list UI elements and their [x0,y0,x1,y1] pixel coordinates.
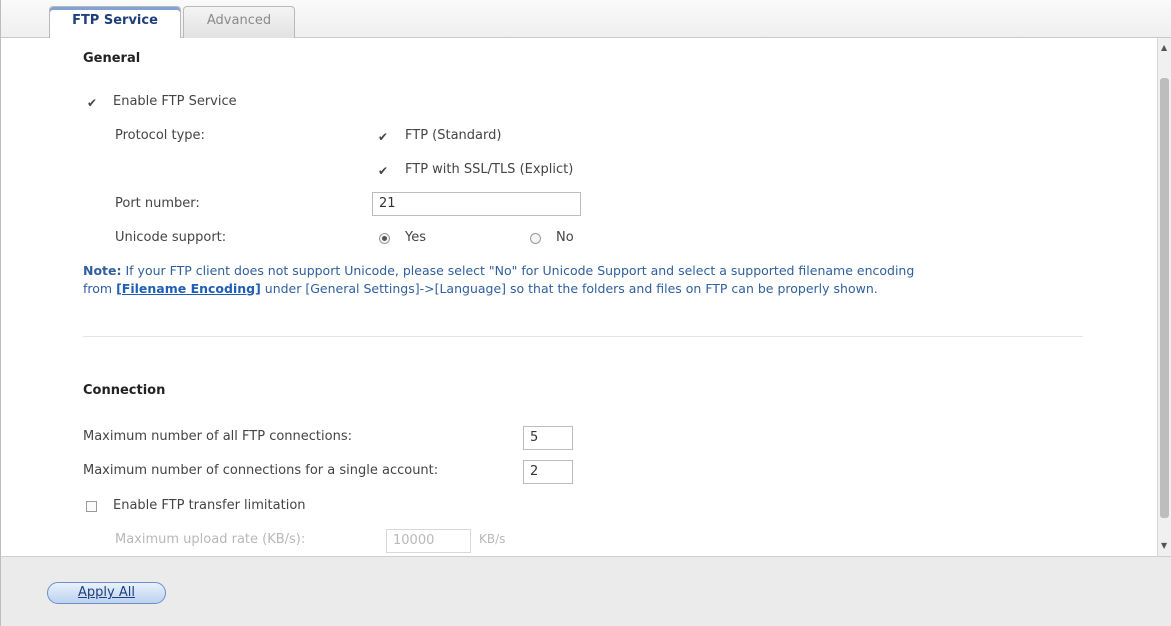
general-section-title: General [83,51,141,66]
enable-ftp-label: Enable FTP Service [113,94,237,109]
apply-all-button[interactable]: Apply All [47,582,166,604]
ftp-ssl-checkbox[interactable]: ✔ [377,164,389,178]
vertical-scrollbar[interactable]: ▲ ▼ [1157,38,1171,556]
unicode-yes-label: Yes [405,230,426,245]
check-icon: ✔ [378,164,389,178]
protocol-type-label: Protocol type: [115,128,205,143]
note-from: from [83,281,117,296]
transfer-limit-label: Enable FTP transfer limitation [113,498,306,513]
footer-bar: Apply All [0,556,1171,626]
unicode-yes-radio[interactable] [379,233,390,244]
transfer-limit-checkbox[interactable] [86,501,97,512]
scroll-up-icon[interactable]: ▲ [1161,44,1167,52]
ftp-standard-checkbox[interactable]: ✔ [377,130,389,144]
note-text-2: under [General Settings]->[Language] so … [260,281,878,296]
unicode-support-label: Unicode support: [115,230,227,245]
note-prefix: Note: [83,263,122,278]
tab-ftp-service[interactable]: FTP Service [49,6,181,38]
settings-panel: General ✔ Enable FTP Service Protocol ty… [0,38,1157,556]
check-icon: ✔ [87,96,98,110]
filename-encoding-link[interactable]: [Filename Encoding] [116,281,261,296]
scrollbar-thumb[interactable] [1160,78,1169,518]
tab-advanced[interactable]: Advanced [183,6,295,38]
scroll-down-icon[interactable]: ▼ [1161,542,1167,550]
tab-bar: FTP Service Advanced [0,0,1171,38]
section-divider [83,336,1083,337]
unicode-no-label: No [556,230,574,245]
connection-section-title: Connection [83,383,166,398]
ftp-standard-label: FTP (Standard) [405,128,502,143]
upload-rate-label: Maximum upload rate (KB/s): [115,532,306,547]
max-single-connections-input[interactable]: 2 [523,460,573,484]
max-all-connections-input[interactable]: 5 [523,426,573,450]
max-all-connections-label: Maximum number of all FTP connections: [83,429,352,444]
upload-rate-unit: KB/s [479,532,506,546]
port-number-label: Port number: [115,196,200,211]
upload-rate-input[interactable]: 10000 [386,529,471,553]
unicode-note: Note: If your FTP client does not suppor… [83,262,1063,298]
ftp-ssl-label: FTP with SSL/TLS (Explict) [405,162,574,177]
port-number-input[interactable]: 21 [372,192,581,216]
enable-ftp-checkbox[interactable]: ✔ [86,96,98,110]
unicode-no-radio[interactable] [530,233,541,244]
check-icon: ✔ [378,130,389,144]
note-text: If your FTP client does not support Unic… [121,263,915,278]
max-single-connections-label: Maximum number of connections for a sing… [83,463,439,478]
